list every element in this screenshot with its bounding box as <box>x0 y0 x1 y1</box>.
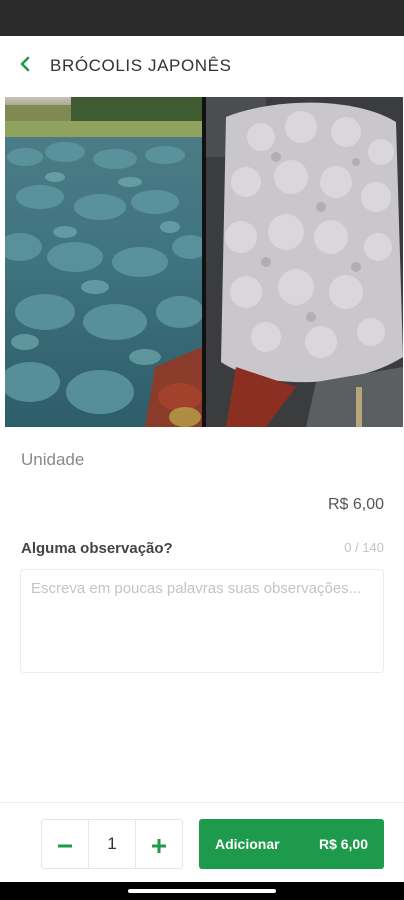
price-label: R$ 6,00 <box>327 496 384 513</box>
back-button[interactable] <box>0 36 50 96</box>
page-title: BRÓCOLIS JAPONÊS <box>50 56 232 75</box>
increment-button[interactable] <box>136 820 182 868</box>
broccoli-field-photo <box>5 97 202 427</box>
plus-icon <box>152 829 166 860</box>
product-image <box>5 97 403 427</box>
minus-icon <box>58 829 72 860</box>
add-to-cart-button[interactable]: Adicionar R$ 6,00 <box>199 819 384 869</box>
decrement-button[interactable] <box>42 820 88 868</box>
app-header: BRÓCOLIS JAPONÊS <box>0 36 404 96</box>
quantity-value: 1 <box>88 820 136 868</box>
system-navigation-bar <box>0 882 404 900</box>
observation-field-container <box>20 569 384 673</box>
char-counter: 0 / 140 <box>344 540 384 555</box>
status-bar <box>0 0 404 36</box>
home-indicator[interactable] <box>128 889 276 893</box>
broccoli-head-photo <box>206 97 403 427</box>
chevron-left-icon <box>19 56 31 77</box>
add-button-price: R$ 6,00 <box>318 836 368 852</box>
add-button-label: Adicionar <box>215 836 280 852</box>
observation-label: Alguma observação? <box>21 540 173 557</box>
quantity-stepper: 1 <box>41 819 183 869</box>
bottom-action-bar: 1 Adicionar R$ 6,00 <box>0 802 404 882</box>
unit-label: Unidade <box>21 450 85 469</box>
observation-input[interactable] <box>21 570 383 672</box>
